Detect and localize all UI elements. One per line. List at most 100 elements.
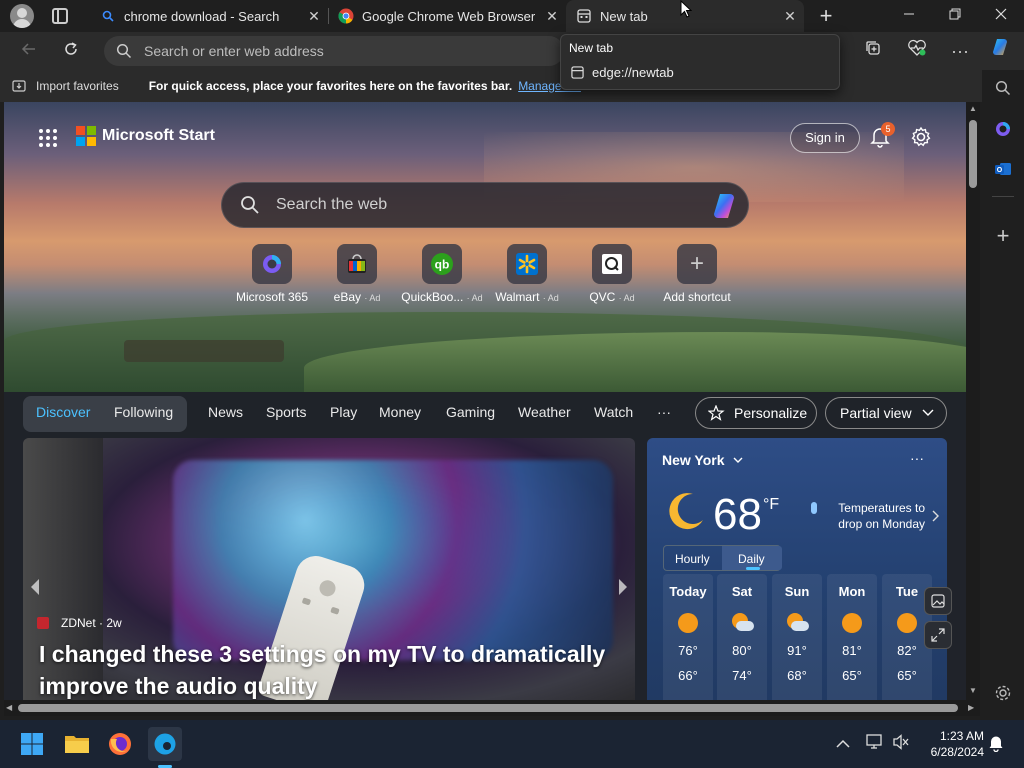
weather-alert[interactable]: Temperatures to drop on Monday [811, 500, 941, 532]
svg-text:qb: qb [435, 258, 450, 272]
app-launcher-icon[interactable] [38, 128, 58, 153]
partial-view-dropdown[interactable]: Partial view [825, 397, 947, 429]
web-search-input[interactable]: Search the web [221, 182, 749, 228]
sign-in-button[interactable]: Sign in [790, 123, 860, 153]
notification-bell-icon[interactable] [988, 734, 1004, 757]
weather-card: New York ··· 68 °F Temperatures to drop … [647, 438, 947, 700]
refresh-button[interactable] [56, 36, 86, 66]
microsoft-start-logo[interactable]: Microsoft Start [76, 126, 215, 146]
day-high: 76° [678, 643, 698, 658]
clock-date: 6/28/2024 [930, 745, 984, 759]
day-high: 81° [842, 643, 862, 658]
network-icon[interactable] [866, 734, 884, 755]
day-low: 65° [897, 668, 917, 683]
add-sidebar-app-icon[interactable]: + [991, 224, 1015, 248]
carousel-next-icon[interactable] [617, 578, 629, 601]
current-temperature: 68 [713, 490, 762, 539]
forecast-day-mon[interactable]: Mon 81° 65° [827, 574, 877, 700]
firefox-icon[interactable] [104, 728, 136, 760]
volume-muted-icon[interactable] [892, 734, 910, 755]
search-icon [240, 195, 260, 215]
top-story-card[interactable]: ZDNet · 2w I changed these 3 settings on… [23, 438, 635, 700]
tab-play[interactable]: Play [330, 404, 357, 420]
sidebar-settings-icon[interactable] [991, 684, 1015, 708]
copilot-icon[interactable] [986, 36, 1016, 66]
close-tab-icon[interactable]: ✕ [544, 8, 560, 24]
expand-icon[interactable] [924, 621, 952, 649]
moon-icon [663, 490, 707, 539]
search-icon[interactable] [991, 80, 1015, 104]
tab-title: New tab [600, 8, 648, 24]
tab-discover[interactable]: Discover [36, 404, 90, 420]
forecast-day-sun[interactable]: Sun 91° 68° [772, 574, 822, 700]
copilot-icon[interactable] [710, 192, 740, 225]
restore-button[interactable] [932, 0, 978, 32]
settings-gear-icon[interactable] [910, 126, 932, 153]
shortcut-qvc[interactable]: QVC · Ad [567, 244, 657, 304]
tab-following[interactable]: Following [114, 404, 173, 420]
story-headline[interactable]: I changed these 3 settings on my TV to d… [39, 638, 629, 700]
shortcut-label: QuickBoo... [401, 290, 464, 304]
add-shortcut-button[interactable]: + Add shortcut [652, 244, 742, 304]
show-hidden-icons[interactable] [836, 736, 850, 754]
tab-gaming[interactable]: Gaming [446, 404, 495, 420]
tab-chrome[interactable]: Google Chrome Web Browser ✕ [330, 0, 566, 32]
carousel-prev-icon[interactable] [29, 578, 41, 601]
browser-essentials-icon[interactable] [902, 36, 932, 66]
search-placeholder: Search the web [276, 196, 388, 213]
mouse-cursor-icon [680, 0, 693, 23]
scrollbar-thumb[interactable] [18, 704, 958, 712]
forecast-day-today[interactable]: Today 76° 66° [663, 574, 713, 700]
notification-count-badge: 5 [881, 122, 895, 136]
horizontal-scrollbar[interactable]: ◀ ▶ [4, 700, 980, 716]
windows-taskbar: 1:23 AM 6/28/2024 [0, 720, 1024, 768]
start-button[interactable] [16, 728, 48, 760]
scrollbar-thumb[interactable] [969, 120, 977, 188]
tab-hourly[interactable]: Hourly [675, 552, 710, 566]
day-low: 65° [842, 668, 862, 683]
tab-weather[interactable]: Weather [518, 404, 571, 420]
shortcut-microsoft-365[interactable]: Microsoft 365 [227, 244, 317, 304]
address-bar[interactable]: Search or enter web address [104, 36, 564, 66]
shortcut-label: Add shortcut [663, 290, 731, 304]
more-tabs-button[interactable]: ··· [657, 404, 671, 420]
tab-money[interactable]: Money [379, 404, 421, 420]
tab-sports[interactable]: Sports [266, 404, 306, 420]
new-tab-button[interactable]: + [812, 4, 840, 28]
tab-search[interactable]: chrome download - Search ✕ [92, 0, 328, 32]
close-tab-icon[interactable]: ✕ [306, 8, 322, 24]
import-favorites-icon[interactable] [12, 79, 28, 93]
close-tab-icon[interactable]: ✕ [782, 8, 798, 24]
tab-news[interactable]: News [208, 404, 243, 420]
collections-icon[interactable] [858, 36, 888, 66]
wallpaper-icon[interactable] [924, 587, 952, 615]
shortcut-ebay[interactable]: eBay · Ad [312, 244, 402, 304]
personalize-button[interactable]: Personalize [695, 397, 817, 429]
weather-location-dropdown[interactable]: New York [662, 452, 743, 468]
sun-icon [897, 613, 917, 633]
shortcut-quickbooks[interactable]: qb QuickBoo... · Ad [397, 244, 487, 304]
more-options-icon[interactable]: ··· [945, 36, 975, 66]
profile-avatar[interactable] [10, 4, 34, 28]
shortcut-walmart[interactable]: Walmart · Ad [482, 244, 572, 304]
newtab-icon [576, 8, 592, 24]
outlook-icon[interactable]: O [991, 160, 1015, 184]
clock[interactable]: 1:23 AM 6/28/2024 [920, 728, 984, 760]
partly-cloudy-icon [730, 613, 754, 633]
file-explorer-icon[interactable] [61, 728, 93, 760]
tab-watch[interactable]: Watch [594, 404, 633, 420]
tab-daily[interactable]: Daily [738, 552, 765, 566]
notifications-bell-icon[interactable]: 5 [870, 122, 895, 148]
hover-card-title: New tab [569, 41, 614, 55]
ad-label: · Ad [466, 293, 483, 303]
minimize-button[interactable] [886, 0, 932, 32]
close-window-button[interactable] [978, 0, 1024, 32]
forecast-day-sat[interactable]: Sat 80° 74° [717, 574, 767, 700]
m365-icon[interactable] [991, 120, 1015, 144]
import-favorites-button[interactable]: Import favorites [36, 79, 119, 93]
edge-icon[interactable] [148, 727, 182, 761]
weather-more-icon[interactable]: ··· [910, 450, 924, 466]
vertical-scrollbar[interactable]: ▲ ▼ [966, 102, 980, 700]
tab-actions-icon[interactable] [52, 8, 68, 24]
back-button[interactable] [14, 36, 44, 66]
